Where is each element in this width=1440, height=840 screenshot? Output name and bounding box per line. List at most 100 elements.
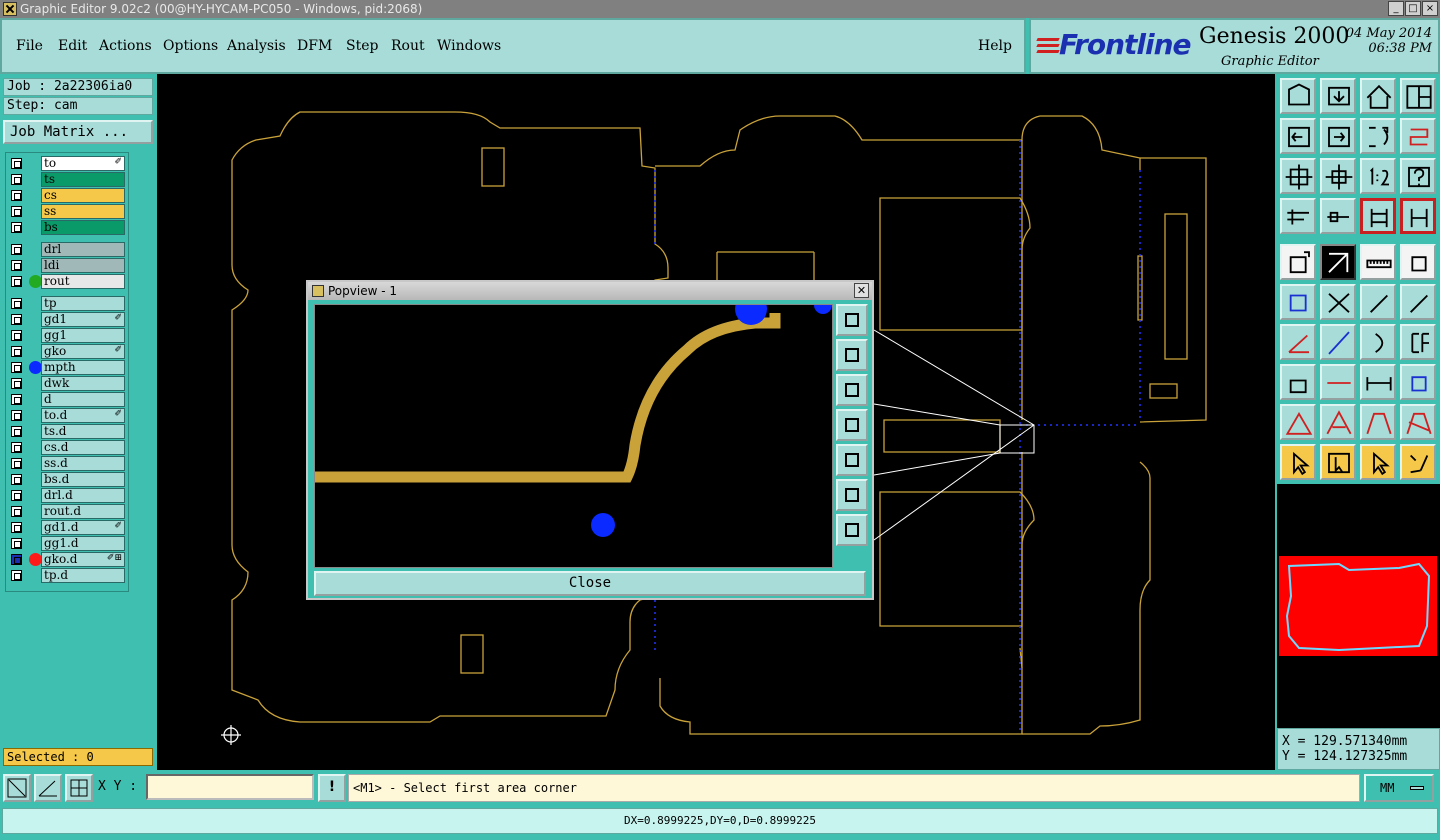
layer-row-bs-d[interactable]: bs.d (8, 472, 128, 487)
zoom-fit-button[interactable] (1280, 158, 1316, 194)
layer-checkbox[interactable] (11, 174, 22, 185)
layer-name[interactable]: bs (41, 220, 125, 235)
trapezoid-button[interactable] (1360, 404, 1396, 440)
layer-name[interactable]: drl (41, 242, 125, 257)
board-overview-map[interactable] (1277, 484, 1440, 728)
layer-row-rout[interactable]: rout (8, 274, 128, 289)
layer-name[interactable]: ts.d (41, 424, 125, 439)
layer-row-drl[interactable]: drl (8, 242, 128, 257)
layer-name[interactable]: dwk (41, 376, 125, 391)
layer-name[interactable]: cs (41, 188, 125, 203)
popview-zoom-in-button[interactable] (836, 479, 868, 511)
layer-checkbox[interactable] (11, 570, 22, 581)
layer-name[interactable]: d (41, 392, 125, 407)
layer-row-gg1-d[interactable]: gg1.d (8, 536, 128, 551)
layer-row-ts[interactable]: ts (8, 172, 128, 187)
maximize-button[interactable]: □ (1405, 1, 1421, 16)
layer-row-ss[interactable]: ss (8, 204, 128, 219)
select-arrow2-button[interactable] (1360, 444, 1396, 480)
select-box-button[interactable] (1320, 444, 1356, 480)
popview-pan-down-button[interactable] (836, 374, 868, 406)
layer-row-tp-d[interactable]: tp.d (8, 568, 128, 583)
layer-name[interactable]: ts (41, 172, 125, 187)
layer-checkbox[interactable] (11, 276, 22, 287)
cross-node-button[interactable] (1320, 284, 1356, 320)
menu-windows[interactable]: Windows (437, 38, 501, 54)
units-selector[interactable]: MM (1364, 774, 1434, 802)
menu-options[interactable]: Options (163, 38, 218, 54)
minimize-button[interactable]: _ (1388, 1, 1404, 16)
dimension-button[interactable] (1360, 364, 1396, 400)
layer-row-mpth[interactable]: mpth (8, 360, 128, 375)
layer-name[interactable]: rout (41, 274, 125, 289)
menu-actions[interactable]: Actions (99, 38, 152, 54)
help-query-button[interactable] (1400, 158, 1436, 194)
menu-edit[interactable]: Edit (58, 38, 87, 54)
menu-help[interactable]: Help (978, 38, 1012, 54)
layer-checkbox[interactable] (11, 222, 22, 233)
layer-checkbox[interactable] (11, 158, 22, 169)
zoom-home-button[interactable] (1280, 78, 1316, 114)
menu-analysis[interactable]: Analysis (227, 38, 286, 54)
layer-row-to-d[interactable]: to.d ✐ (8, 408, 128, 423)
layer-name[interactable]: drl.d (41, 488, 125, 503)
layer-checkbox[interactable] (11, 522, 22, 533)
snap-line-button[interactable] (1320, 198, 1356, 234)
zoom-down-button[interactable] (1320, 78, 1356, 114)
popview-zoom-out-button[interactable] (836, 514, 868, 546)
scale-1-2-button[interactable] (1360, 158, 1396, 194)
menu-dfm[interactable]: DFM (297, 38, 332, 54)
layer-checkbox[interactable] (11, 554, 22, 565)
layer-checkbox[interactable] (11, 474, 22, 485)
layer-checkbox[interactable] (11, 260, 22, 271)
select-arrow-button[interactable] (1280, 444, 1316, 480)
layer-row-rout-d[interactable]: rout.d (8, 504, 128, 519)
layer-row-bs[interactable]: bs (8, 220, 128, 235)
layer-checkbox[interactable] (11, 490, 22, 501)
surface-button[interactable] (1400, 244, 1436, 280)
line-red-button[interactable] (1320, 364, 1356, 400)
layer-row-d[interactable]: d (8, 392, 128, 407)
angle-line-button[interactable] (1280, 324, 1316, 360)
popview-pan-right-button[interactable] (836, 444, 868, 476)
layer-checkbox[interactable] (11, 458, 22, 469)
layer-name[interactable]: to.d (41, 408, 125, 423)
layer-row-to[interactable]: to ✐ (8, 156, 128, 171)
layer-row-gd1[interactable]: gd1 ✐ (8, 312, 128, 327)
add-pad-button[interactable] (1280, 244, 1316, 280)
pan-right-button[interactable] (1320, 118, 1356, 154)
layer-row-gg1[interactable]: gg1 (8, 328, 128, 343)
layer-name[interactable]: to (41, 156, 125, 171)
redraw-button[interactable] (1400, 118, 1436, 154)
triangle-button[interactable] (1280, 404, 1316, 440)
layer-checkbox[interactable] (11, 314, 22, 325)
layer-row-ss-d[interactable]: ss.d (8, 456, 128, 471)
popview-pan-up-button[interactable] (836, 339, 868, 371)
popview-close-button[interactable]: Close (314, 571, 866, 596)
grid-tool-button[interactable] (65, 774, 93, 802)
layer-name[interactable]: ldi (41, 258, 125, 273)
layer-name[interactable]: tp.d (41, 568, 125, 583)
popview-pan-left-button[interactable] (836, 409, 868, 441)
layer-checkbox[interactable] (11, 298, 22, 309)
layer-checkbox[interactable] (11, 346, 22, 357)
circles-button[interactable] (1400, 364, 1436, 400)
menu-rout[interactable]: Rout (391, 38, 425, 54)
popview-zoom-fit-button[interactable] (836, 304, 868, 336)
net-select-button[interactable] (1400, 198, 1436, 234)
net-button[interactable] (1360, 198, 1396, 234)
layer-row-gko-d[interactable]: gko.d ✐⊞ (8, 552, 128, 567)
xy-input[interactable] (146, 774, 314, 800)
layer-checkbox[interactable] (11, 330, 22, 341)
layer-row-ldi[interactable]: ldi (8, 258, 128, 273)
layer-name[interactable]: rout.d (41, 504, 125, 519)
layer-checkbox[interactable] (11, 206, 22, 217)
split-view-button[interactable] (1400, 78, 1436, 114)
layer-checkbox[interactable] (11, 442, 22, 453)
layer-checkbox[interactable] (11, 244, 22, 255)
layer-name[interactable]: gd1 (41, 312, 125, 327)
arc-button[interactable] (1360, 324, 1396, 360)
triangle-blue-button[interactable] (1320, 404, 1356, 440)
layer-row-gd1-d[interactable]: gd1.d ✐ (8, 520, 128, 535)
layer-row-gko[interactable]: gko ✐ (8, 344, 128, 359)
